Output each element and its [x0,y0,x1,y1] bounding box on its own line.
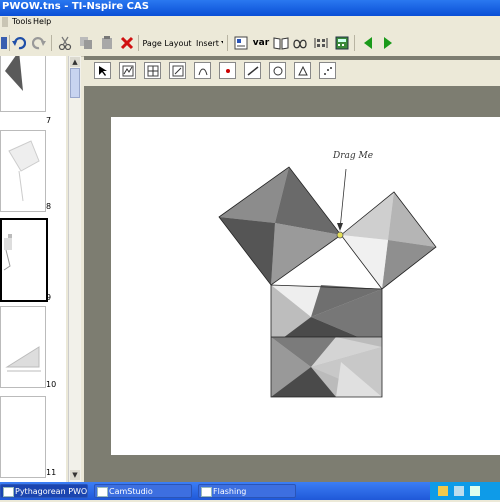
circle-tool-icon[interactable] [269,62,286,79]
page-layout-button[interactable]: Page Layout [142,35,193,51]
taskbar-label: Flashing [213,487,247,496]
taskbar-label: CamStudio [109,487,153,496]
menu-help[interactable]: Help [33,17,51,26]
drag-point[interactable] [336,231,344,239]
graph-tool-icon[interactable] [119,62,136,79]
thumbnail-number: 10 [46,380,57,389]
function-tool-icon[interactable] [194,62,211,79]
thumbnail-number: 11 [46,468,57,477]
drag-me-label: Drag Me [333,151,374,161]
catalog-icon[interactable] [233,35,249,51]
line-tool-icon[interactable] [244,62,261,79]
thumbnail-scrollbar[interactable]: ▲ ▼ [68,56,81,482]
insert-label: Insert [196,38,219,48]
system-tray [430,482,500,500]
point-tool-icon[interactable] [219,62,236,79]
tinspire-icon [3,487,14,497]
tray-icon [454,486,464,496]
tray-icon [470,486,480,496]
geometry-toolbar [84,60,500,86]
taskbar-item-pwow[interactable]: Pythagorean PWOW... [0,484,88,498]
scatter-tool-icon[interactable] [319,62,336,79]
flashing-icon [201,487,212,497]
taskbar-item-camstudio[interactable]: CamStudio [94,484,192,498]
scroll-down-icon[interactable]: ▼ [70,470,80,480]
previous-page-icon[interactable] [360,35,376,51]
thumbnail-page-11[interactable] [0,396,46,478]
scroll-up-icon[interactable]: ▲ [70,57,80,67]
chevron-down-icon [220,41,223,44]
menu-tools[interactable]: Tools [12,17,32,26]
thumbnail-page-9[interactable] [0,218,48,302]
next-page-icon[interactable] [380,35,396,51]
var-button[interactable]: var [252,35,270,51]
grid-tool-icon[interactable] [144,62,161,79]
book-icon[interactable] [273,35,289,51]
matrix-template-icon[interactable] [313,35,329,51]
calculator-icon[interactable] [334,35,350,51]
measure-tool-icon[interactable] [169,62,186,79]
page-layout-label: Page Layout [142,38,192,48]
undo-icon[interactable] [11,35,27,51]
thumbnail-page-10[interactable] [0,306,46,388]
save-icon[interactable] [1,35,7,51]
redo-icon[interactable] [31,35,47,51]
menu-clipped [2,17,8,27]
paste-icon[interactable] [99,35,115,51]
camstudio-icon [97,487,108,497]
thumbnail-number: 7 [46,116,52,125]
scrollbar-thumb[interactable] [70,68,80,98]
title-bar: PWOW.tns - TI-Nspire CAS [0,0,500,16]
page-sorter-panel: 7 8 9 10 11 ▲ ▼ [0,56,81,482]
thumbnail-number: 8 [46,202,52,211]
window-title: PWOW.tns - TI-Nspire CAS [2,1,149,12]
infinity-icon[interactable] [292,35,308,51]
thumbnail-page-6[interactable] [0,56,46,112]
tray-icon [438,486,448,496]
menu-bar: Tools Help [0,16,500,30]
var-label: var [252,38,270,48]
delete-icon[interactable] [119,35,135,51]
copy-icon[interactable] [78,35,94,51]
transform-tool-icon[interactable] [294,62,311,79]
thumbnail-number: 9 [46,293,52,302]
pythagorean-figure [218,166,437,398]
thumbnail-page-8[interactable] [0,130,46,212]
geometry-canvas[interactable]: Drag Me [111,117,500,455]
taskbar-item-flashing[interactable]: Flashing [198,484,296,498]
taskbar-label: Pythagorean PWOW... [15,487,88,496]
cut-icon[interactable] [57,35,73,51]
thumbnail-list: 7 8 9 10 11 [0,56,66,482]
taskbar: Pythagorean PWOW... CamStudio Flashing [0,482,500,500]
pointer-tool-icon[interactable] [94,62,111,79]
toolbar: Page Layout Insert var [0,30,500,57]
insert-button[interactable]: Insert [196,35,223,51]
